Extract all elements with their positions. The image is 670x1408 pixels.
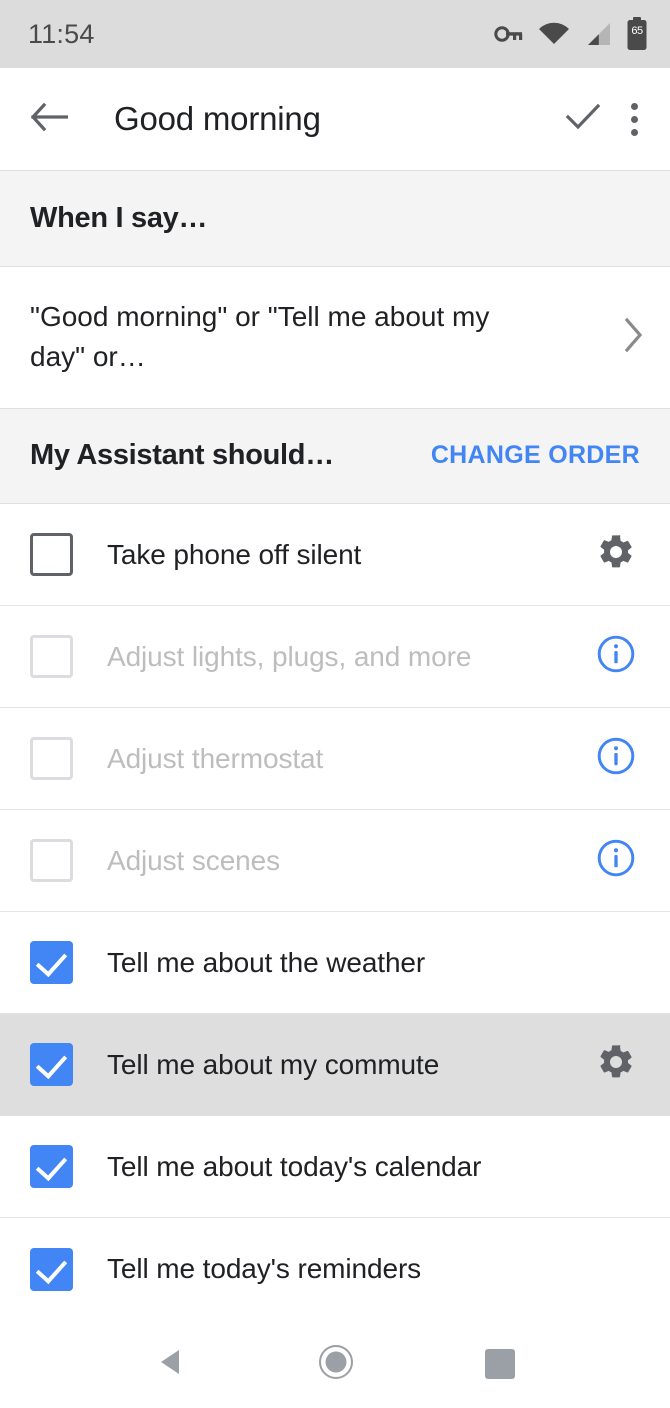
row-checkbox[interactable]: [0, 533, 102, 576]
battery-level-label: 65: [631, 25, 643, 37]
nav-back-triangle-icon: [155, 1346, 187, 1383]
settings-gear-icon: [596, 532, 636, 577]
section-title: My Assistant should…: [30, 439, 334, 472]
checkbox-checked-icon: [29, 1145, 73, 1188]
nav-home-button[interactable]: [317, 1343, 355, 1386]
row-label: Take phone off silent: [107, 538, 362, 570]
row-trailing-button[interactable]: [588, 633, 644, 680]
app-bar-actions: [565, 102, 650, 137]
assistant-action-list: Take phone off silent Adjust lights, plug…: [0, 504, 670, 1320]
row-label: Tell me today's reminders: [107, 1253, 422, 1284]
more-vert-icon: [631, 102, 638, 136]
section-header-assistant-should: My Assistant should… CHANGE ORDER: [0, 407, 670, 504]
app-bar: Good morning: [0, 68, 670, 170]
checkbox-checked-icon: [29, 1043, 73, 1086]
status-bar: 11:54 65: [0, 0, 670, 68]
row-checkbox: [0, 737, 102, 780]
settings-gear-icon: [596, 1042, 636, 1087]
row-trailing-button[interactable]: [588, 1042, 644, 1087]
checkbox-unchecked-icon: [29, 635, 73, 678]
row-label: Tell me about today's calendar: [107, 1150, 482, 1182]
arrow-back-icon: [30, 102, 69, 137]
table-row[interactable]: Tell me about my commute: [0, 1014, 670, 1116]
row-trailing-button[interactable]: [588, 532, 644, 577]
system-navigation-bar: [0, 1320, 670, 1408]
checkbox-unchecked-icon: [29, 533, 73, 576]
check-icon: [565, 102, 601, 137]
nav-recents-button[interactable]: [485, 1349, 515, 1379]
row-label: Tell me about the weather: [107, 946, 426, 978]
row-checkbox[interactable]: [0, 1145, 102, 1188]
trigger-phrase-row[interactable]: "Good morning" or "Tell me about my day"…: [0, 266, 670, 408]
row-checkbox[interactable]: [0, 1247, 102, 1291]
checkbox-checked-icon: [29, 941, 73, 984]
checkbox-checked-icon: [29, 1247, 73, 1291]
table-row[interactable]: Adjust scenes: [0, 810, 670, 912]
trigger-phrase-text: "Good morning" or "Tell me about my day"…: [30, 301, 490, 372]
info-circle-icon: [595, 837, 637, 884]
row-label: Adjust lights, plugs, and more: [107, 640, 472, 672]
checkbox-unchecked-icon: [29, 839, 73, 882]
battery-icon: 65: [626, 17, 648, 51]
row-checkbox: [0, 635, 102, 678]
info-circle-icon: [595, 735, 637, 782]
change-order-button[interactable]: CHANGE ORDER: [431, 441, 640, 470]
confirm-button[interactable]: [565, 102, 601, 137]
table-row[interactable]: Tell me about today's calendar: [0, 1116, 670, 1218]
row-checkbox[interactable]: [0, 941, 102, 984]
nav-home-circle-icon: [317, 1343, 355, 1386]
cell-signal-icon: [584, 22, 612, 46]
row-trailing-button[interactable]: [588, 837, 644, 884]
status-icon-tray: 65: [494, 17, 648, 51]
row-checkbox: [0, 839, 102, 882]
row-label: Adjust thermostat: [107, 742, 324, 774]
phone-screen: 11:54 65 Good morning When I say… "Good …: [0, 0, 670, 1408]
chevron-right-icon: [606, 316, 644, 359]
status-clock: 11:54: [28, 18, 95, 49]
table-row[interactable]: Take phone off silent: [0, 504, 670, 606]
row-checkbox[interactable]: [0, 1043, 102, 1086]
wifi-icon: [538, 22, 570, 46]
checkbox-unchecked-icon: [29, 737, 73, 780]
table-row[interactable]: Tell me about the weather: [0, 912, 670, 1014]
table-row[interactable]: Adjust thermostat: [0, 708, 670, 810]
nav-back-button[interactable]: [155, 1346, 187, 1383]
back-button[interactable]: [30, 102, 69, 137]
nav-recents-square-icon: [485, 1349, 515, 1379]
section-title: When I say…: [30, 201, 208, 234]
vpn-key-icon: [494, 23, 524, 45]
section-header-when-i-say: When I say…: [0, 170, 670, 267]
row-label: Adjust scenes: [107, 844, 281, 876]
overflow-menu-button[interactable]: [631, 102, 638, 136]
info-circle-icon: [595, 633, 637, 680]
table-row[interactable]: Tell me today's reminders: [0, 1218, 670, 1320]
row-trailing-button[interactable]: [588, 735, 644, 782]
row-label: Tell me about my commute: [107, 1048, 440, 1080]
page-title: Good morning: [114, 100, 321, 137]
table-row[interactable]: Adjust lights, plugs, and more: [0, 606, 670, 708]
